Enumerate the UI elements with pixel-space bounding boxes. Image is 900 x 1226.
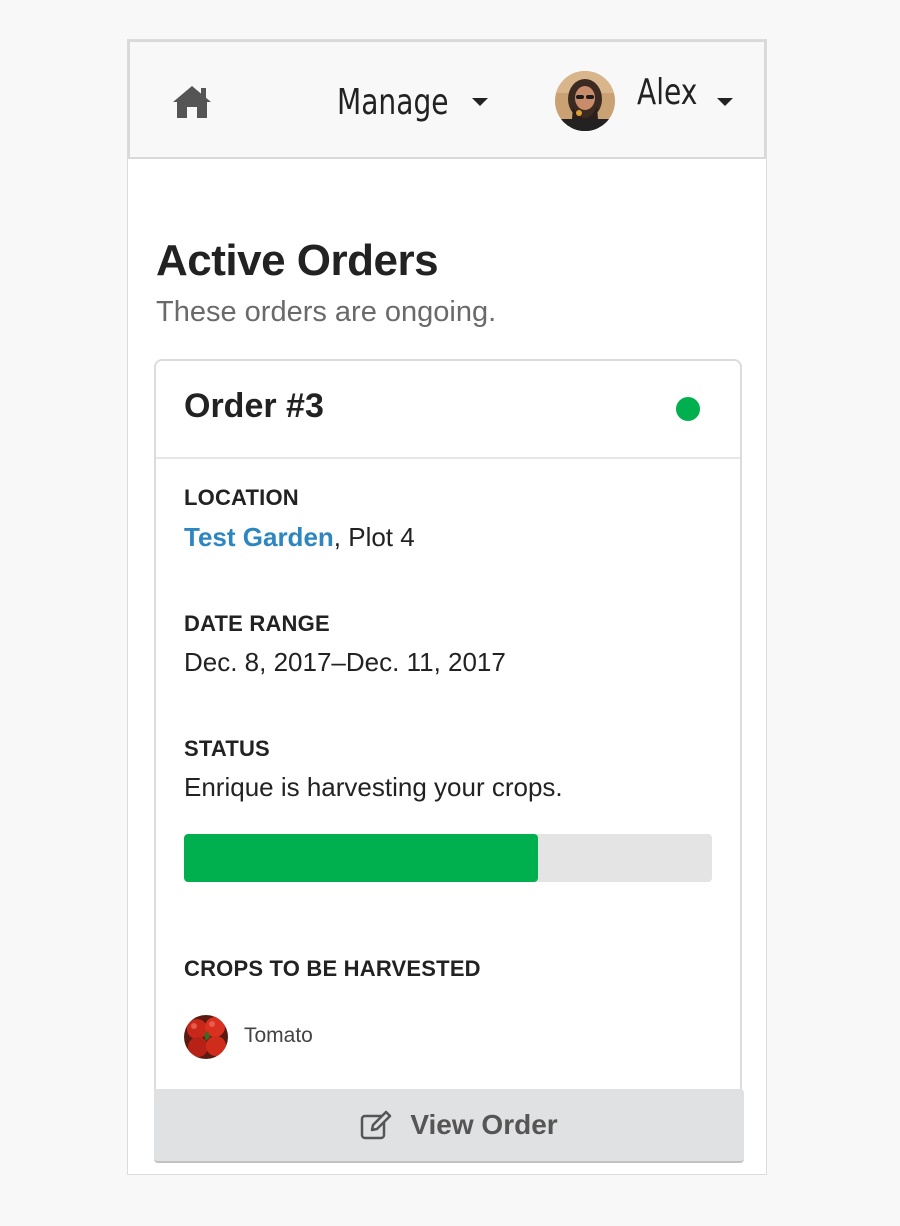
crops-label: CROPS TO BE HARVESTED — [184, 956, 481, 981]
chevron-down-icon — [472, 98, 488, 106]
edit-icon — [361, 1110, 392, 1140]
date-range-value: Dec. 8, 2017–Dec. 11, 2017 — [184, 647, 506, 677]
tomato-thumbnail — [184, 1015, 228, 1059]
page-subtitle: These orders are ongoing. — [156, 296, 497, 328]
harvest-progress-bar — [184, 834, 712, 882]
manage-label: Manage — [337, 81, 449, 123]
location-value: Test Garden, Plot 4 — [184, 522, 415, 553]
location-label: LOCATION — [184, 485, 299, 510]
garden-link[interactable]: Test Garden — [184, 522, 334, 552]
date-range-label: DATE RANGE — [184, 611, 330, 636]
order-title: Order #3 — [184, 387, 324, 425]
user-menu[interactable]: Alex — [555, 70, 745, 132]
user-name: Alex — [637, 72, 698, 113]
top-navbar: Manage Alex — [128, 40, 766, 159]
plot-text: , Plot 4 — [333, 522, 415, 552]
manage-menu[interactable]: Manage — [337, 72, 488, 132]
status-label: STATUS — [184, 736, 270, 761]
app-screen: Manage Alex Active Orders These orders a… — [127, 39, 767, 1175]
order-card-header: Order #3 — [156, 361, 740, 459]
status-value: Enrique is harvesting your crops. — [184, 772, 563, 802]
status-indicator — [676, 397, 700, 421]
view-order-button[interactable]: View Order — [154, 1089, 744, 1163]
home-icon[interactable] — [171, 84, 213, 120]
harvest-progress-fill — [184, 834, 538, 882]
crop-name: Tomato — [244, 1024, 313, 1047]
order-card: Order #3 LOCATION Test Garden, Plot 4 DA… — [154, 359, 742, 1159]
view-order-label: View Order — [410, 1109, 558, 1140]
avatar — [555, 71, 615, 131]
page-title: Active Orders — [156, 236, 439, 285]
chevron-down-icon — [717, 98, 733, 106]
